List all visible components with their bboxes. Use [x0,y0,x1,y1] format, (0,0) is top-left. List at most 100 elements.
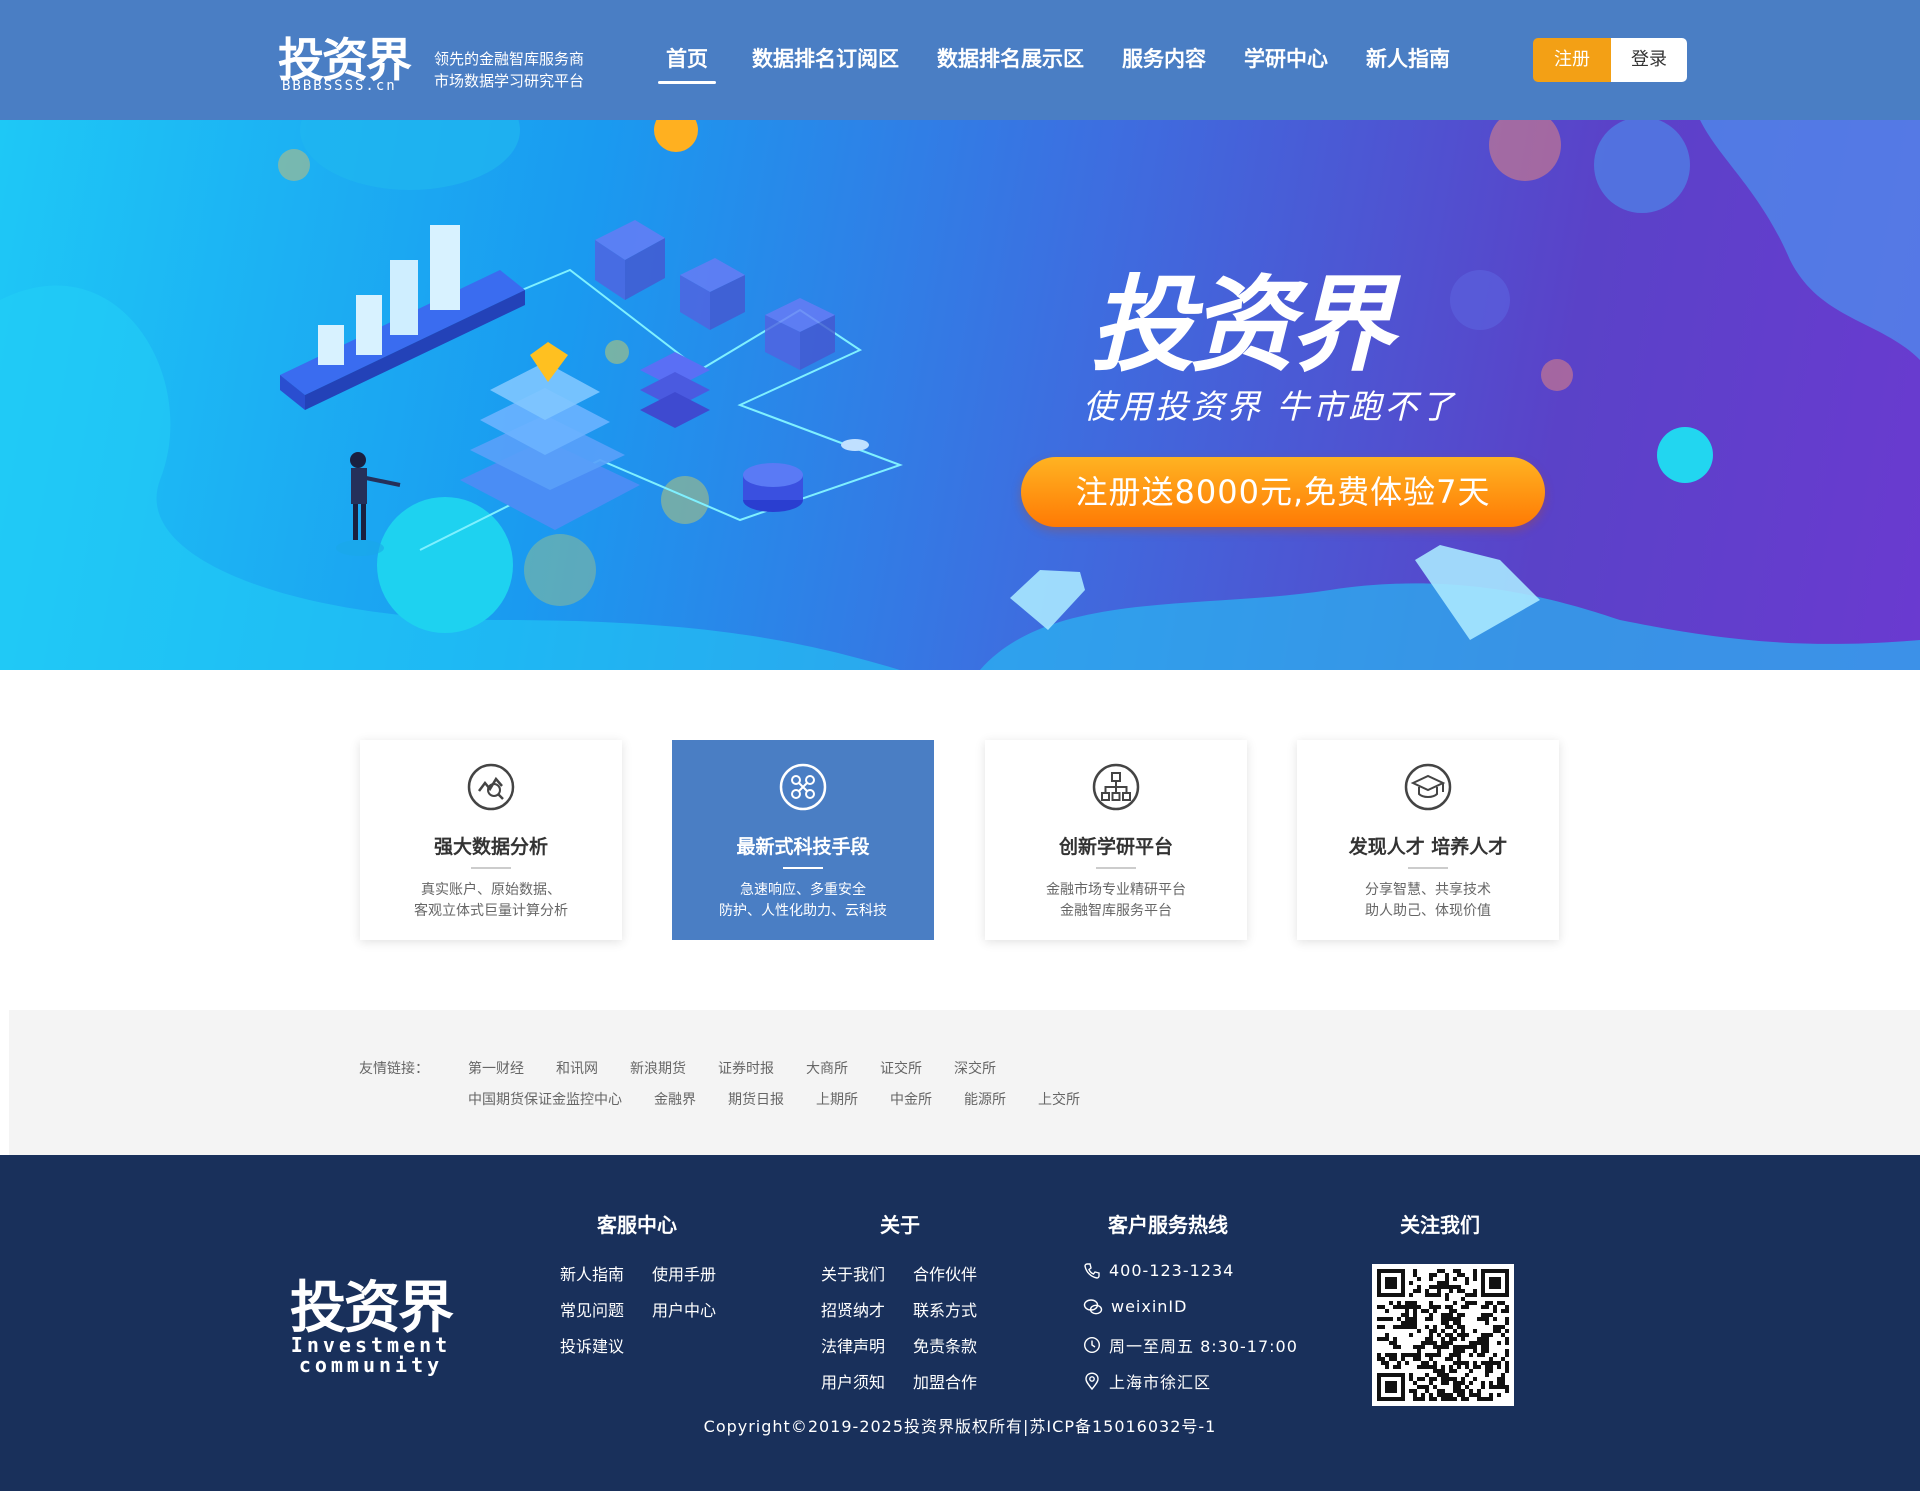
nav-item-research-center[interactable]: 学研中心 [1244,36,1328,82]
feature-divider [471,867,511,869]
feature-desc-line-1: 分享智慧、共享技术 [1365,882,1491,898]
friend-link[interactable]: 上期所 [816,1089,858,1109]
feature-card-tech[interactable]: 最新式科技手段 急速响应、多重安全 防护、人性化助力、云科技 [672,740,934,940]
feature-card-talent[interactable]: 发现人才 培养人才 分享智慧、共享技术 助人助己、体现价值 [1297,740,1559,940]
friend-link[interactable]: 深交所 [954,1058,996,1078]
qr-code-icon [1377,1269,1509,1401]
footer-link[interactable]: 关于我们 [821,1261,885,1285]
feature-desc: 急速响应、多重安全 防护、人性化助力、云科技 [672,880,934,922]
friend-links-row-2: 中国期货保证金监控中心 金融界 期货日报 上期所 中金所 能源所 上交所 [468,1089,1112,1109]
footer-link[interactable]: 招贤纳才 [821,1297,885,1321]
site-logo[interactable]: 投资界 BBBBSSSS.cn [278,24,418,94]
logo-domain: BBBBSSSS.cn [282,78,397,94]
friend-links-label: 友情链接： [359,1061,429,1077]
feature-divider [1096,867,1136,869]
feature-desc-line-2: 金融智库服务平台 [1060,903,1172,919]
friend-link[interactable]: 证券时报 [718,1058,774,1078]
feature-desc: 真实账户、原始数据、 客观立体式巨量计算分析 [360,880,622,922]
friend-link[interactable]: 第一财经 [468,1058,524,1078]
footer-service-title: 客服中心 [597,1213,677,1237]
feature-title: 创新学研平台 [1058,836,1173,858]
nav-item-newbie-guide[interactable]: 新人指南 [1366,36,1450,82]
footer-link[interactable]: 加盟合作 [913,1369,977,1393]
register-button[interactable]: 注册 [1533,38,1611,82]
banner-title: 投资界 [1090,264,1394,386]
service-hours: 周一至周五 8:30-17:00 [1109,1337,1298,1356]
login-button[interactable]: 登录 [1611,38,1687,82]
friend-link[interactable]: 大商所 [806,1058,848,1078]
site-footer: 投资界 Investment community 客服中心 新人指南 使用手册 … [0,1155,1920,1491]
footer-phone[interactable]: 400-123-1234 [1083,1261,1234,1280]
footer-link[interactable]: 投诉建议 [560,1333,624,1357]
location-pin-icon [1085,1372,1099,1390]
feature-desc-line-1: 急速响应、多重安全 [740,882,866,898]
footer-logo-sub-line-2: community [298,1353,444,1377]
feature-card-data-analysis[interactable]: 强大数据分析 真实账户、原始数据、 客观立体式巨量计算分析 [360,740,622,940]
friend-link[interactable]: 和讯网 [556,1058,598,1078]
chart-analysis-icon [467,763,515,811]
footer-follow-title: 关注我们 [1400,1213,1480,1237]
qr-code [1372,1264,1514,1406]
footer-link[interactable]: 联系方式 [913,1297,977,1321]
hero-banner: 投资界 使用投资界 牛市跑不了 注册送8000元,免费体验7天 [0,120,1920,670]
footer-about-title: 关于 [880,1213,920,1237]
feature-title: 发现人才 培养人才 [1348,836,1508,858]
wechat-id: weixinID [1111,1297,1188,1316]
clock-icon [1083,1336,1101,1354]
banner-illustration [0,120,1920,670]
feature-desc-line-2: 防护、人性化助力、云科技 [719,903,887,919]
friend-link[interactable]: 中国期货保证金监控中心 [468,1089,622,1109]
phone-number: 400-123-1234 [1109,1261,1235,1280]
friend-links-row-1: 第一财经 和讯网 新浪期货 证券时报 大商所 证交所 深交所 [468,1058,1028,1078]
header-slogan: 领先的金融智库服务商 市场数据学习研究平台 [434,48,584,92]
feature-title: 强大数据分析 [433,836,548,858]
slogan-line-1: 领先的金融智库服务商 [434,50,585,68]
footer-logo-sub-line-1: Investment [290,1333,452,1357]
footer-link[interactable]: 用户须知 [821,1369,885,1393]
friend-link[interactable]: 金融界 [654,1089,696,1109]
wechat-icon [1083,1298,1103,1314]
friend-links-section: 友情链接： 第一财经 和讯网 新浪期货 证券时报 大商所 证交所 深交所 中国期… [9,1010,1920,1155]
features-section: 强大数据分析 真实账户、原始数据、 客观立体式巨量计算分析 最新式科技手段 急速… [0,670,1920,1010]
friend-link[interactable]: 能源所 [964,1089,1006,1109]
friend-link[interactable]: 证交所 [880,1058,922,1078]
nav-item-services[interactable]: 服务内容 [1122,36,1206,82]
footer-logo: 投资界 [290,1276,454,1341]
tech-network-icon [779,763,827,811]
copyright-text: Copyright©2019-2025投资界版权所有|苏ICP备15016032… [703,1417,1217,1436]
site-header: 投资界 BBBBSSSS.cn 领先的金融智库服务商 市场数据学习研究平台 首页… [0,0,1920,120]
feature-desc-line-2: 客观立体式巨量计算分析 [414,903,568,919]
footer-link[interactable]: 常见问题 [560,1297,624,1321]
feature-divider [1408,867,1448,869]
slogan-line-2: 市场数据学习研究平台 [434,72,585,90]
feature-card-research-platform[interactable]: 创新学研平台 金融市场专业精研平台 金融智库服务平台 [985,740,1247,940]
phone-icon [1084,1262,1100,1279]
banner-slogan: 使用投资界 牛市跑不了 [1083,387,1457,426]
feature-desc: 金融市场专业精研平台 金融智库服务平台 [985,880,1247,922]
friend-link[interactable]: 中金所 [890,1089,932,1109]
footer-link[interactable]: 使用手册 [652,1261,716,1285]
feature-desc-line-1: 金融市场专业精研平台 [1046,882,1186,898]
feature-divider [783,867,823,869]
friend-link[interactable]: 新浪期货 [630,1058,686,1078]
nav-item-ranking-subscribe[interactable]: 数据排名订阅区 [752,36,899,82]
footer-wechat[interactable]: weixinID [1083,1297,1187,1316]
feature-title: 最新式科技手段 [736,836,870,858]
address-text: 上海市徐汇区 [1109,1373,1212,1392]
footer-address: 上海市徐汇区 [1083,1369,1211,1393]
footer-hotline-title: 客户服务热线 [1108,1213,1228,1237]
friend-link[interactable]: 期货日报 [728,1089,784,1109]
footer-link[interactable]: 用户中心 [652,1297,716,1321]
feature-desc: 分享智慧、共享技术 助人助己、体现价值 [1297,880,1559,922]
banner-signup-cta-button[interactable]: 注册送8000元,免费体验7天 [1021,457,1545,527]
footer-logo-subtitle: Investment community [290,1335,452,1375]
nav-item-ranking-display[interactable]: 数据排名展示区 [937,36,1084,82]
footer-link[interactable]: 免责条款 [913,1333,977,1357]
feature-desc-line-1: 真实账户、原始数据、 [421,882,561,898]
friend-link[interactable]: 上交所 [1038,1089,1080,1109]
nav-item-home[interactable]: 首页 [658,36,716,84]
main-nav: 首页 数据排名订阅区 数据排名展示区 服务内容 学研中心 新人指南 [650,36,1488,84]
footer-link[interactable]: 合作伙伴 [913,1261,977,1285]
footer-link[interactable]: 法律声明 [821,1333,885,1357]
footer-link[interactable]: 新人指南 [560,1261,624,1285]
